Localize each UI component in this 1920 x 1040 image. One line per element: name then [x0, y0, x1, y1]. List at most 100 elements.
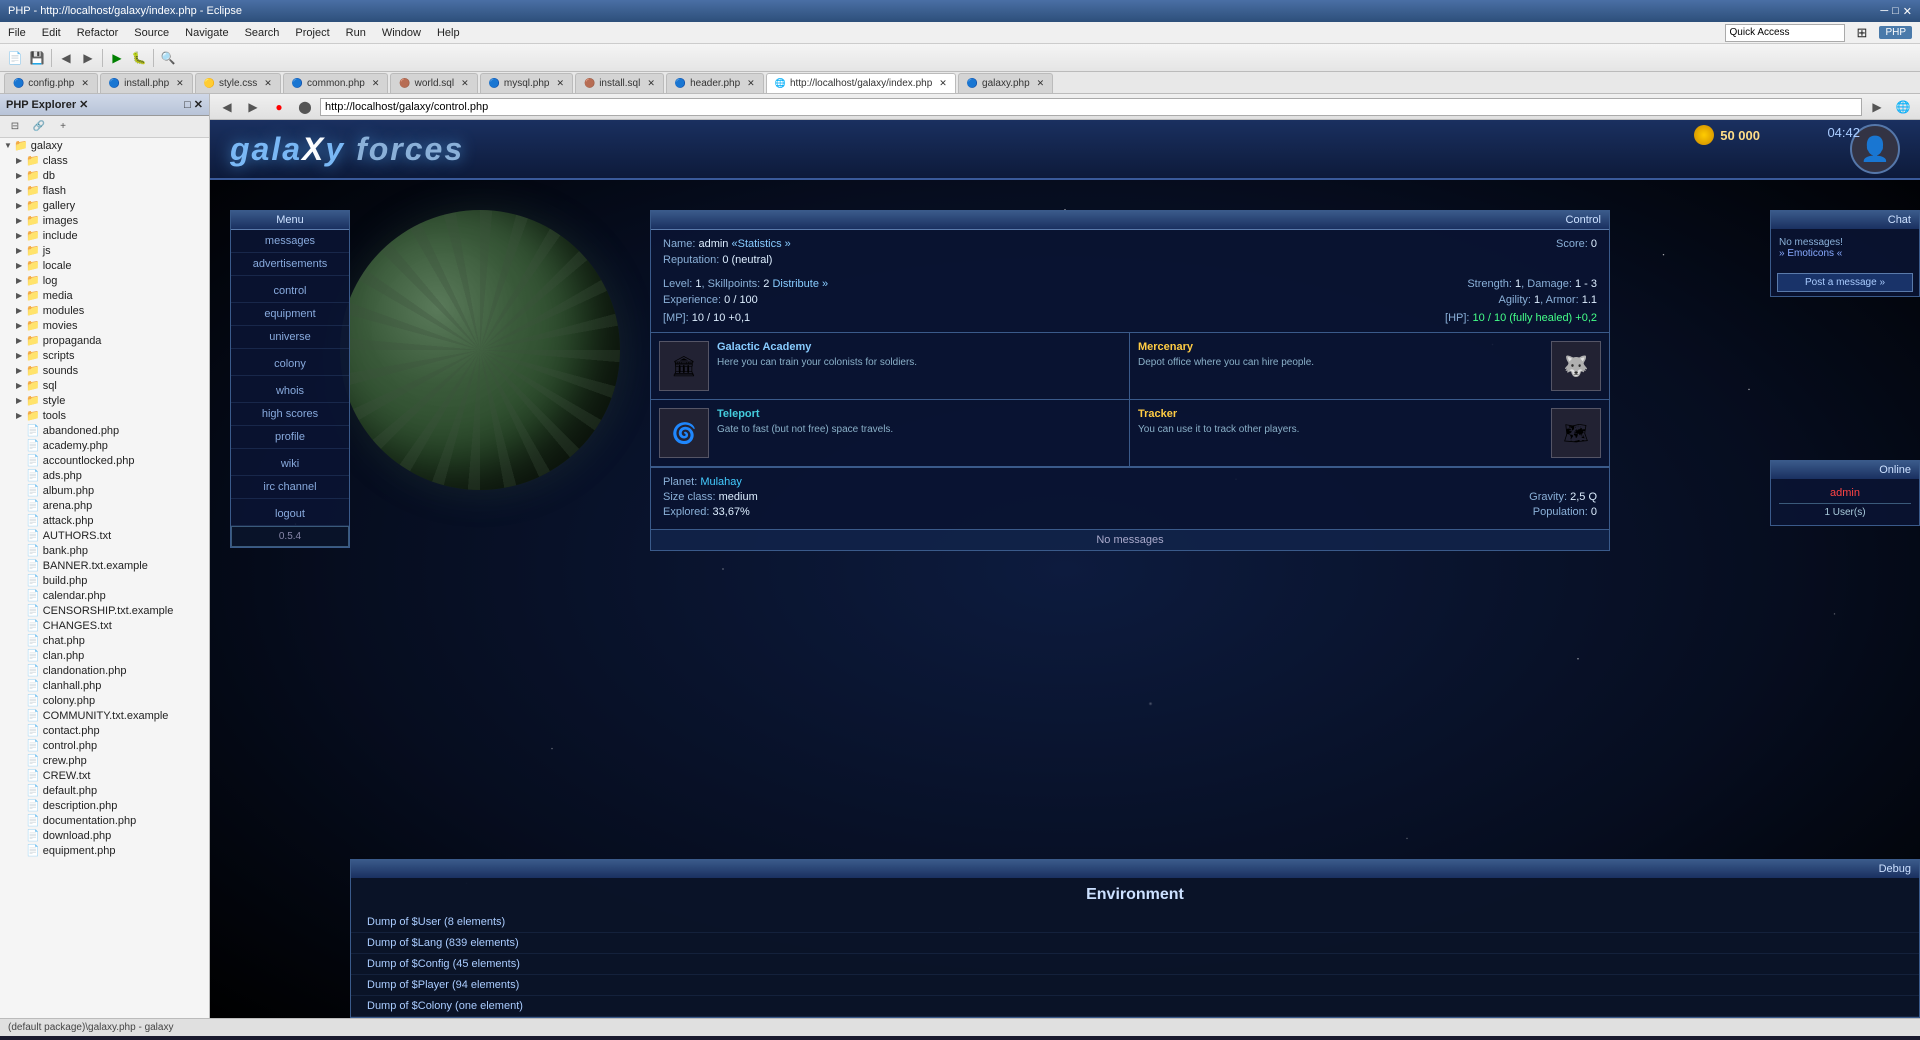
env-item-colony[interactable]: Dump of $Colony (one element): [351, 996, 1919, 1017]
tree-censorship[interactable]: ▶ 📄 CENSORSHIP.txt.example: [0, 603, 209, 618]
tree-js[interactable]: ▶ 📁 js: [0, 243, 209, 258]
save-btn[interactable]: 💾: [27, 48, 47, 68]
distribute-link[interactable]: Distribute »: [772, 278, 828, 290]
tree-clan[interactable]: ▶ 📄 clan.php: [0, 648, 209, 663]
tree-academy[interactable]: ▶ 📄 academy.php: [0, 438, 209, 453]
chat-emoticons-link[interactable]: » Emoticons «: [1779, 248, 1911, 259]
link-editor-btn[interactable]: 🔗: [29, 117, 49, 137]
env-item-lang[interactable]: Dump of $Lang (839 elements): [351, 933, 1919, 954]
collapse-all-btn[interactable]: ⊟: [5, 117, 25, 137]
tab-close-index[interactable]: ✕: [939, 78, 947, 89]
menu-irc[interactable]: irc channel: [231, 476, 349, 499]
tree-log[interactable]: ▶ 📁 log: [0, 273, 209, 288]
close-btn[interactable]: ✕: [1903, 5, 1912, 18]
tab-close-style[interactable]: ✕: [264, 78, 272, 89]
tree-control[interactable]: ▶ 📄 control.php: [0, 738, 209, 753]
tree-root-galaxy[interactable]: ▼ 📁 galaxy: [0, 138, 209, 153]
tab-install-sql[interactable]: 🟤 install.sql ✕: [575, 73, 664, 93]
menu-wiki[interactable]: wiki: [231, 453, 349, 476]
tab-galaxy[interactable]: 🔵 galaxy.php ✕: [958, 73, 1053, 93]
menu-control[interactable]: control: [231, 280, 349, 303]
tree-db[interactable]: ▶ 📁 db: [0, 168, 209, 183]
tree-modules[interactable]: ▶ 📁 modules: [0, 303, 209, 318]
perspective-icon[interactable]: ⊞: [1849, 23, 1876, 43]
tree-colony[interactable]: ▶ 📄 colony.php: [0, 693, 209, 708]
tab-close-install[interactable]: ✕: [176, 78, 184, 89]
tab-header[interactable]: 🔵 header.php ✕: [666, 73, 764, 93]
tree-crew[interactable]: ▶ 📄 crew.php: [0, 753, 209, 768]
menu-search[interactable]: Search: [237, 25, 288, 41]
menu-run[interactable]: Run: [338, 25, 374, 41]
tree-include[interactable]: ▶ 📁 include: [0, 228, 209, 243]
tree-contact[interactable]: ▶ 📄 contact.php: [0, 723, 209, 738]
tree-clandonation[interactable]: ▶ 📄 clandonation.php: [0, 663, 209, 678]
tree-album[interactable]: ▶ 📄 album.php: [0, 483, 209, 498]
new-php-btn[interactable]: +: [53, 117, 73, 137]
tree-community[interactable]: ▶ 📄 COMMUNITY.txt.example: [0, 708, 209, 723]
menu-highscores[interactable]: high scores: [231, 403, 349, 426]
minimize-btn[interactable]: ─: [1880, 5, 1888, 18]
browser-open-btn[interactable]: 🌐: [1893, 97, 1913, 117]
menu-universe[interactable]: universe: [231, 326, 349, 349]
tree-authors[interactable]: ▶ 📄 AUTHORS.txt: [0, 528, 209, 543]
new-btn[interactable]: 📄: [5, 48, 25, 68]
menu-file[interactable]: File: [0, 25, 34, 41]
forward-btn[interactable]: ▶: [78, 48, 98, 68]
menu-edit[interactable]: Edit: [34, 25, 69, 41]
tab-config[interactable]: 🔵 config.php ✕: [4, 73, 98, 93]
menu-project[interactable]: Project: [287, 25, 337, 41]
tab-close-galaxy[interactable]: ✕: [1037, 78, 1045, 89]
tree-sql[interactable]: ▶ 📁 sql: [0, 378, 209, 393]
tree-tools[interactable]: ▶ 📁 tools: [0, 408, 209, 423]
tree-attack[interactable]: ▶ 📄 attack.php: [0, 513, 209, 528]
tree-banner[interactable]: ▶ 📄 BANNER.txt.example: [0, 558, 209, 573]
tab-mysql[interactable]: 🔵 mysql.php ✕: [480, 73, 573, 93]
php-perspective-btn[interactable]: PHP: [1879, 26, 1912, 39]
tab-close-mysql[interactable]: ✕: [556, 78, 564, 89]
tree-media[interactable]: ▶ 📁 media: [0, 288, 209, 303]
menu-colony[interactable]: colony: [231, 353, 349, 376]
tree-propaganda[interactable]: ▶ 📁 propaganda: [0, 333, 209, 348]
menu-logout[interactable]: logout: [231, 503, 349, 526]
url-bar[interactable]: [320, 98, 1862, 116]
quick-access-input[interactable]: [1725, 24, 1845, 42]
tree-movies[interactable]: ▶ 📁 movies: [0, 318, 209, 333]
tree-style[interactable]: ▶ 📁 style: [0, 393, 209, 408]
sidebar-controls[interactable]: □ ✕: [184, 98, 203, 111]
back-btn[interactable]: ◀: [56, 48, 76, 68]
env-item-player[interactable]: Dump of $Player (94 elements): [351, 975, 1919, 996]
tab-install[interactable]: 🔵 install.php ✕: [100, 73, 193, 93]
env-item-user[interactable]: Dump of $User (8 elements): [351, 912, 1919, 933]
tree-sounds[interactable]: ▶ 📁 sounds: [0, 363, 209, 378]
tab-world[interactable]: 🟤 world.sql ✕: [390, 73, 477, 93]
statistics-link[interactable]: «Statistics »: [732, 238, 791, 250]
tree-calendar[interactable]: ▶ 📄 calendar.php: [0, 588, 209, 603]
menu-messages[interactable]: messages: [231, 230, 349, 253]
tree-ads[interactable]: ▶ 📄 ads.php: [0, 468, 209, 483]
browser-back-btn[interactable]: ◀: [217, 97, 237, 117]
search-toolbar-btn[interactable]: 🔍: [158, 48, 178, 68]
env-item-config[interactable]: Dump of $Config (45 elements): [351, 954, 1919, 975]
menu-refactor[interactable]: Refactor: [69, 25, 127, 41]
menu-whois[interactable]: whois: [231, 380, 349, 403]
tab-common[interactable]: 🔵 common.php ✕: [283, 73, 389, 93]
tracker-title[interactable]: Tracker: [1138, 408, 1543, 420]
tree-accountlocked[interactable]: ▶ 📄 accountlocked.php: [0, 453, 209, 468]
run-btn[interactable]: ▶: [107, 48, 127, 68]
browser-fwd-btn[interactable]: ▶: [243, 97, 263, 117]
tab-close-header[interactable]: ✕: [747, 78, 755, 89]
mercenary-title[interactable]: Mercenary: [1138, 341, 1543, 353]
tree-description[interactable]: ▶ 📄 description.php: [0, 798, 209, 813]
tab-style[interactable]: 🟡 style.css ✕: [195, 73, 281, 93]
menu-advertisements[interactable]: advertisements: [231, 253, 349, 276]
go-btn[interactable]: ▶: [1867, 97, 1887, 117]
menu-profile[interactable]: profile: [231, 426, 349, 449]
tree-class[interactable]: ▶ 📁 class: [0, 153, 209, 168]
tree-clanhall[interactable]: ▶ 📄 clanhall.php: [0, 678, 209, 693]
tree-crewtxt[interactable]: ▶ 📄 CREW.txt: [0, 768, 209, 783]
chat-post-btn[interactable]: Post a message »: [1777, 273, 1913, 292]
tree-equipment[interactable]: ▶ 📄 equipment.php: [0, 843, 209, 858]
tree-arena[interactable]: ▶ 📄 arena.php: [0, 498, 209, 513]
tree-flash[interactable]: ▶ 📁 flash: [0, 183, 209, 198]
tab-close-config[interactable]: ✕: [81, 78, 89, 89]
